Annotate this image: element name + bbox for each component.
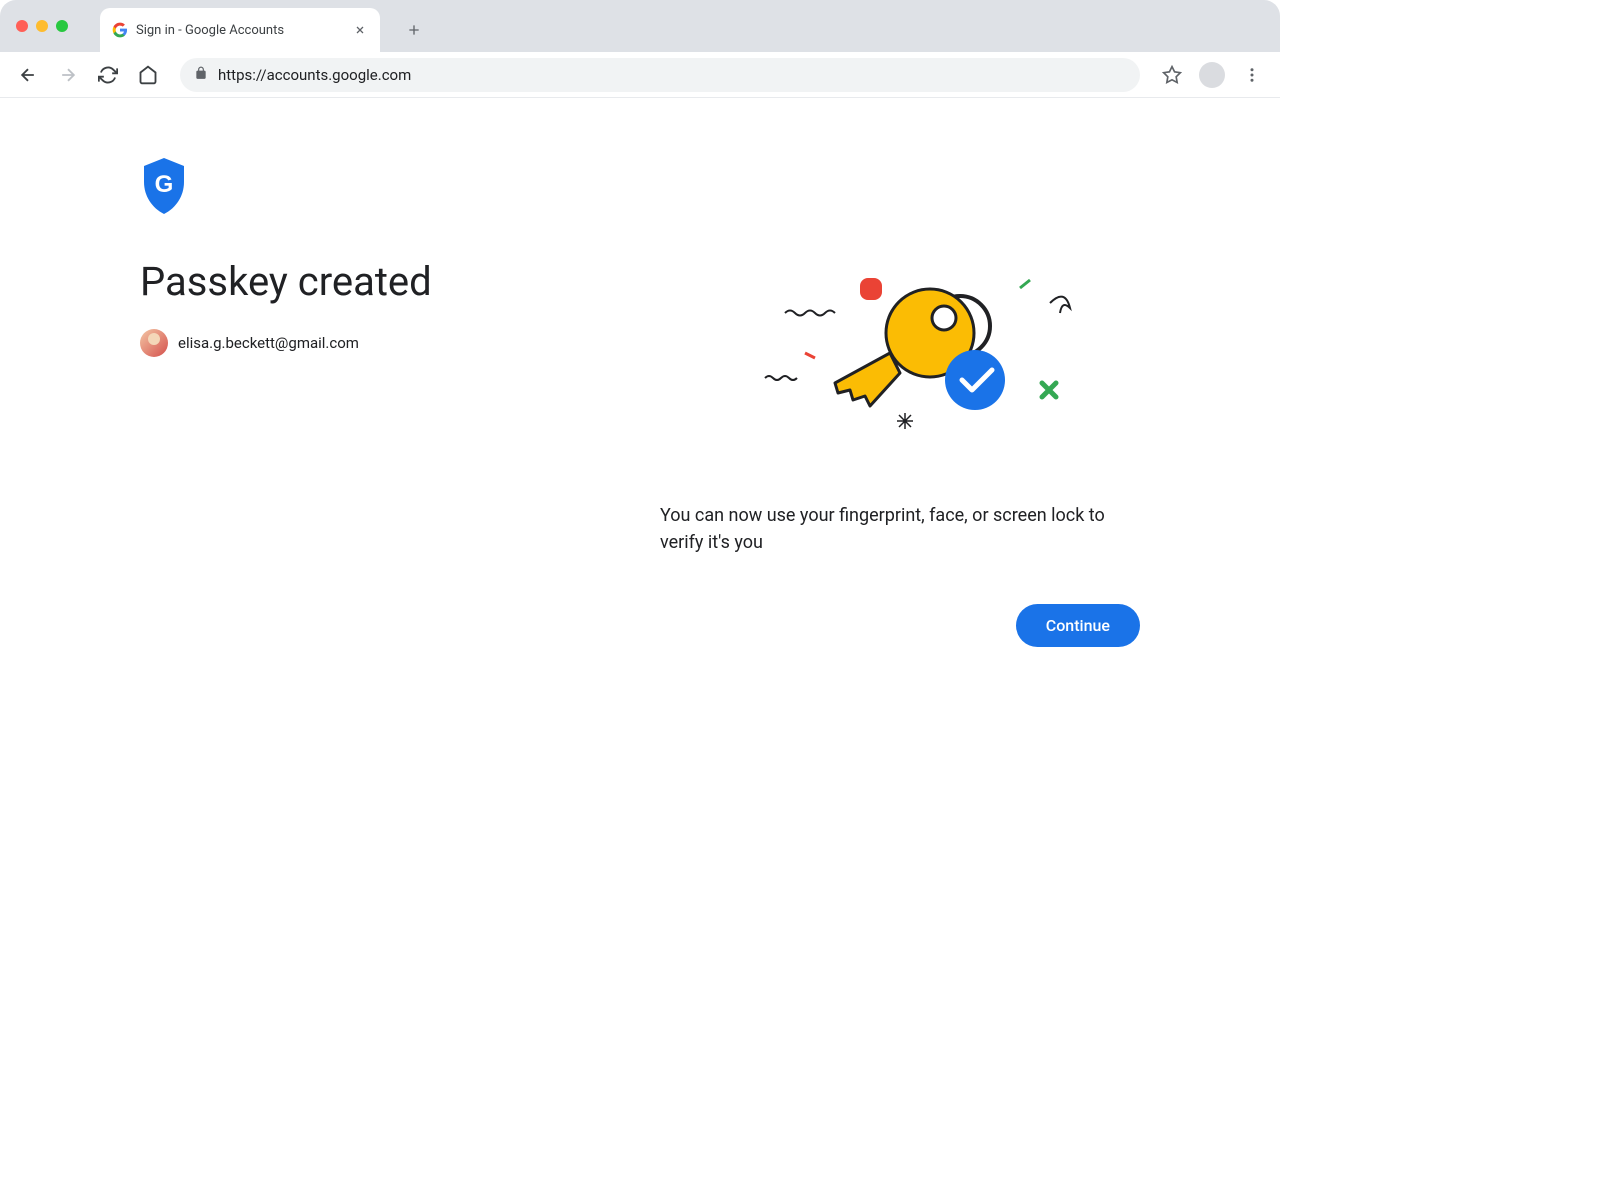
bookmark-star-icon[interactable] [1156,59,1188,91]
back-button[interactable] [12,59,44,91]
account-chip[interactable]: elisa.g.beckett@gmail.com [140,329,580,357]
description-text: You can now use your fingerprint, face, … [660,502,1140,556]
svg-text:G: G [155,171,174,198]
maximize-window-button[interactable] [56,20,68,32]
right-column: You can now use your fingerprint, face, … [660,258,1140,647]
reload-button[interactable] [92,59,124,91]
kebab-menu-icon[interactable] [1236,59,1268,91]
tab-title: Sign in - Google Accounts [136,23,344,38]
google-favicon-icon [112,22,128,38]
forward-button[interactable] [52,59,84,91]
minimize-window-button[interactable] [36,20,48,32]
profile-button[interactable] [1196,59,1228,91]
page-content: G Passkey created elisa.g.beckett@gmail.… [0,98,1280,647]
browser-chrome: Sign in - Google Accounts https://accoun… [0,0,1280,98]
close-window-button[interactable] [16,20,28,32]
window-controls [16,20,68,32]
address-bar[interactable]: https://accounts.google.com [180,58,1140,92]
browser-titlebar: Sign in - Google Accounts [0,0,1280,52]
left-column: Passkey created elisa.g.beckett@gmail.co… [140,258,580,647]
new-tab-button[interactable] [400,16,428,44]
home-button[interactable] [132,59,164,91]
account-email: elisa.g.beckett@gmail.com [178,334,359,352]
google-shield-icon: G [140,158,188,214]
tab-close-icon[interactable] [352,22,368,38]
page-title: Passkey created [140,258,580,305]
continue-button[interactable]: Continue [1016,604,1140,647]
lock-icon [194,65,208,84]
browser-tab[interactable]: Sign in - Google Accounts [100,8,380,52]
browser-toolbar: https://accounts.google.com [0,52,1280,98]
button-row: Continue [660,604,1140,647]
url-text: https://accounts.google.com [218,66,1126,84]
passkey-illustration [690,258,1110,458]
main-layout: Passkey created elisa.g.beckett@gmail.co… [140,258,1140,647]
avatar [140,329,168,357]
